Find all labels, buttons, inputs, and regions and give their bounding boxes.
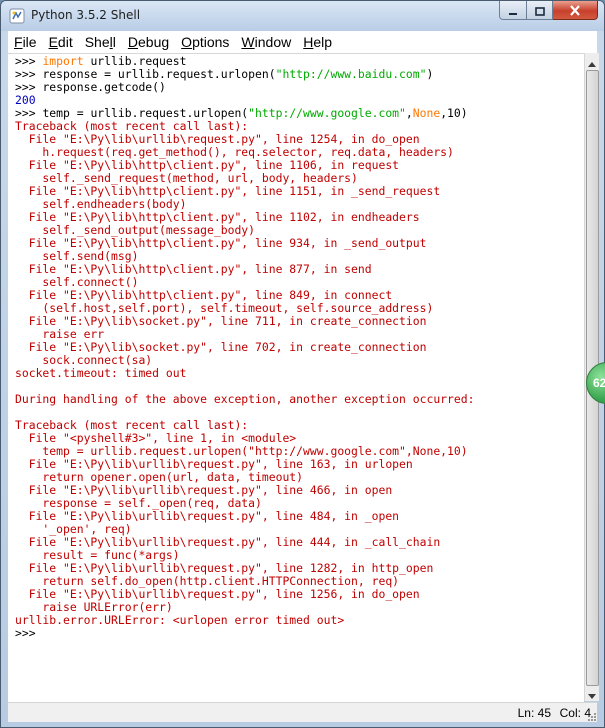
- menu-help[interactable]: Help: [297, 34, 338, 50]
- code-text: ,10): [440, 106, 468, 120]
- traceback-text: File "E:\Py\lib\http\client.py", line 11…: [15, 158, 400, 172]
- traceback-line: During handling of the above exception, …: [15, 393, 580, 406]
- traceback-text: return self.do_open(http.client.HTTPConn…: [15, 574, 400, 588]
- shell-text-area[interactable]: >>> import urllib.request >>> response = …: [8, 53, 584, 702]
- prompt-marker: >>>: [15, 67, 43, 81]
- python-shell-icon: [9, 8, 25, 24]
- code-text: temp = urllib.request.urlopen(: [42, 106, 249, 120]
- traceback-text: self.connect(): [15, 275, 139, 289]
- keyword-text: import: [42, 54, 84, 68]
- traceback-text: File "E:\Py\lib\urllib\request.py", line…: [15, 509, 400, 523]
- traceback-text: temp = urllib.request.urlopen("http://ww…: [15, 444, 468, 458]
- traceback-text: File "E:\Py\lib\urllib\request.py", line…: [15, 535, 441, 549]
- traceback-text: self._send_request(method, url, body, he…: [15, 171, 358, 185]
- traceback-text: '_open', req): [15, 522, 132, 536]
- scroll-up-button[interactable]: [585, 53, 599, 69]
- code-text: response.getcode(): [42, 80, 166, 94]
- prompt-marker: >>>: [15, 80, 43, 94]
- prompt-line: >>> response.getcode(): [15, 81, 580, 94]
- scroll-down-button[interactable]: [585, 685, 599, 701]
- traceback-text: File "E:\Py\lib\http\client.py", line 93…: [15, 236, 427, 250]
- code-text: response = urllib.request.urlopen(: [42, 67, 276, 81]
- minimize-icon: [508, 1, 518, 20]
- traceback-text: sock.connect(sa): [15, 353, 153, 367]
- traceback-text: File "E:\Py\lib\urllib\request.py", line…: [15, 457, 413, 471]
- traceback-text: return opener.open(url, data, timeout): [15, 470, 304, 484]
- menu-edit[interactable]: Edit: [43, 34, 79, 50]
- traceback-text: File "E:\Py\lib\socket.py", line 702, in…: [15, 340, 427, 354]
- traceback-line: urllib.error.URLError: <urlopen error ti…: [15, 614, 580, 627]
- title-bar[interactable]: Python 3.5.2 Shell: [1, 1, 604, 31]
- traceback-text: self.send(msg): [15, 249, 139, 263]
- traceback-text: File "E:\Py\lib\http\client.py", line 87…: [15, 262, 372, 276]
- traceback-text: result = func(*args): [15, 548, 180, 562]
- maximize-button[interactable]: [527, 1, 553, 20]
- traceback-text: File "E:\Py\lib\urllib\request.py", line…: [15, 483, 393, 497]
- prompt-marker: >>>: [15, 54, 43, 68]
- string-literal: "http://www.baidu.com": [275, 67, 427, 81]
- code-text: ): [426, 67, 434, 81]
- status-bar: Ln: 45 Col: 4: [8, 702, 597, 722]
- traceback-text: self._send_output(message_body): [15, 223, 256, 237]
- prompt-line: >>>: [15, 627, 580, 640]
- traceback-text: File "E:\Py\lib\urllib\request.py", line…: [15, 132, 420, 146]
- traceback-text: During handling of the above exception, …: [15, 392, 475, 406]
- floating-badge-count: 62: [593, 376, 605, 390]
- prompt-marker: >>>: [15, 106, 43, 120]
- traceback-text: socket.timeout: timed out: [15, 366, 187, 380]
- code-text: ,: [405, 106, 413, 120]
- python-shell-window: Python 3.5.2 Shell File Edit Shell Debug…: [0, 0, 605, 728]
- menu-shell[interactable]: Shell: [79, 34, 122, 50]
- string-literal: "http://www.google.com": [248, 106, 406, 120]
- menu-window[interactable]: Window: [235, 34, 297, 50]
- traceback-line: socket.timeout: timed out: [15, 367, 580, 380]
- resize-grip-icon[interactable]: [585, 710, 597, 722]
- traceback-text: File "E:\Py\lib\urllib\request.py", line…: [15, 587, 420, 601]
- traceback-text: urllib.error.URLError: <urlopen error ti…: [15, 613, 345, 627]
- code-text: urllib.request: [83, 54, 187, 68]
- traceback-text: h.request(req.get_method(), req.selector…: [15, 145, 454, 159]
- close-icon: [569, 1, 581, 20]
- traceback-text: Traceback (most recent call last):: [15, 418, 249, 432]
- traceback-text: self.endheaders(body): [15, 197, 187, 211]
- output-text: 200: [15, 93, 36, 107]
- traceback-text: Traceback (most recent call last):: [15, 119, 249, 133]
- console-output: >>> import urllib.request >>> response = …: [15, 55, 580, 640]
- traceback-text: File "E:\Py\lib\http\client.py", line 84…: [15, 288, 393, 302]
- minimize-button[interactable]: [499, 1, 527, 20]
- close-button[interactable]: [553, 1, 598, 20]
- chevron-down-icon: [588, 684, 596, 703]
- traceback-text: (self.host,self.port), self.timeout, sel…: [15, 301, 434, 315]
- menu-debug[interactable]: Debug: [122, 34, 175, 50]
- maximize-icon: [534, 1, 545, 20]
- chevron-up-icon: [588, 52, 596, 71]
- traceback-text: response = self._open(req, data): [15, 496, 262, 510]
- traceback-text: raise URLError(err): [15, 600, 173, 614]
- menu-bar: File Edit Shell Debug Options Window Hel…: [8, 31, 597, 53]
- keyword-text: None: [412, 106, 441, 120]
- prompt-marker: >>>: [15, 626, 43, 640]
- traceback-text: File "E:\Py\lib\http\client.py", line 11…: [15, 184, 441, 198]
- traceback-text: File "<pyshell#3>", line 1, in <module>: [15, 431, 297, 445]
- traceback-text: File "E:\Py\lib\socket.py", line 711, in…: [15, 314, 427, 328]
- menu-file[interactable]: File: [8, 34, 43, 50]
- traceback-text: File "E:\Py\lib\http\client.py", line 11…: [15, 210, 420, 224]
- status-line-number: Ln: 45: [517, 706, 551, 720]
- traceback-text: raise err: [15, 327, 105, 341]
- traceback-text: File "E:\Py\lib\urllib\request.py", line…: [15, 561, 434, 575]
- window-title: Python 3.5.2 Shell: [31, 8, 141, 22]
- menu-options[interactable]: Options: [175, 34, 235, 50]
